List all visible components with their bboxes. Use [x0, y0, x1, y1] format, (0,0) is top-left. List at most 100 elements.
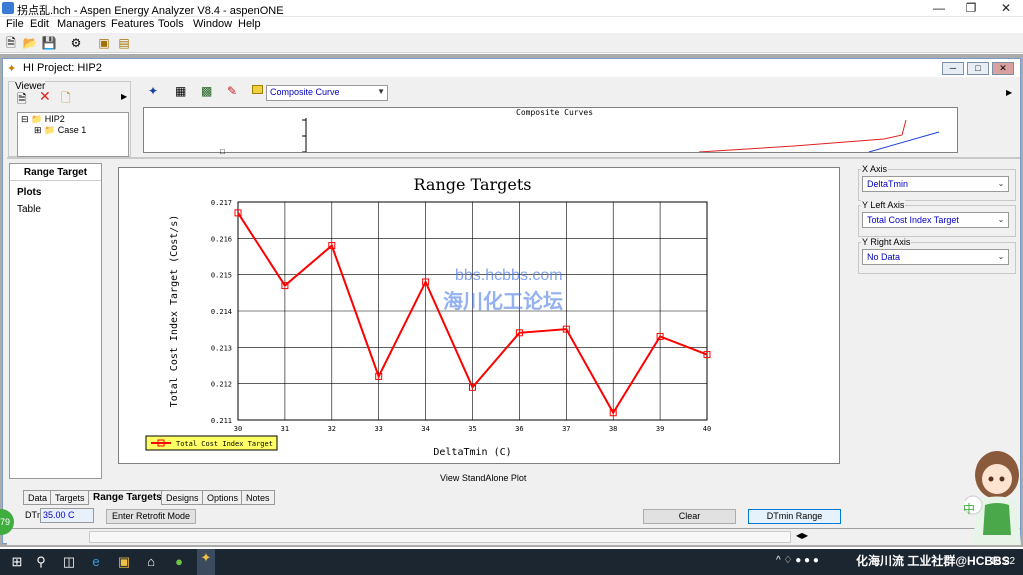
- child-minimize-button[interactable]: ─: [942, 62, 964, 75]
- watermark-url: bbs.hcbbs.com: [455, 267, 563, 284]
- child-close-button[interactable]: ✕: [992, 62, 1014, 75]
- range-targets-chart: Range Targets 30 31 32 33 34 35 36 37 38 39 40 0.217…: [145, 175, 711, 458]
- x-axis-title: DeltaTmin (C): [433, 447, 511, 458]
- x-tick-label: 36: [515, 425, 523, 433]
- properties-icon[interactable]: ⚙: [68, 35, 84, 51]
- child-restore-button[interactable]: □: [967, 62, 989, 75]
- y-left-axis-label: Y Left Axis: [861, 200, 906, 210]
- composite-curve-svg: [302, 118, 940, 152]
- edge-icon[interactable]: e: [87, 553, 105, 571]
- x-tick-label: 37: [562, 425, 570, 433]
- expand-arrow-icon[interactable]: ▶: [121, 92, 127, 101]
- tab-designs[interactable]: Designs: [161, 490, 204, 505]
- app-green-icon[interactable]: ●: [170, 553, 188, 571]
- tree-case[interactable]: ⊞ 📁 Case 1: [34, 125, 86, 136]
- expand-right-icon[interactable]: ▶: [1006, 88, 1012, 97]
- status-divider: [3, 528, 1020, 529]
- home-icon[interactable]: ⌂: [142, 553, 160, 571]
- tab-notes[interactable]: Notes: [241, 490, 275, 505]
- x-axis-group: X Axis DeltaTmin ⌄: [858, 164, 1016, 201]
- y-tick-label: 0.212: [211, 381, 232, 389]
- project-icon: ✦: [7, 63, 17, 75]
- scroll-arrows-icon[interactable]: ◀▶: [793, 531, 811, 543]
- close-button[interactable]: ✕: [990, 0, 1022, 17]
- tab-range-targets[interactable]: Range Targets: [88, 490, 167, 505]
- tab-data[interactable]: Data: [23, 490, 53, 505]
- pencil-icon[interactable]: ✎: [227, 84, 237, 98]
- aspen-taskbar-icon[interactable]: ✦: [197, 549, 215, 575]
- y-tick-label: 0.211: [211, 417, 232, 425]
- x-tick-label: 31: [281, 425, 289, 433]
- list-item-plots[interactable]: Plots: [17, 187, 41, 198]
- status-bar: [89, 531, 791, 543]
- tree-root[interactable]: ⊟ 📁 HIP2: [21, 114, 65, 125]
- x-tick-label: 34: [421, 425, 429, 433]
- list-item-table[interactable]: Table: [17, 204, 41, 215]
- wand-icon[interactable]: ✦: [148, 84, 158, 98]
- chevron-down-icon: ▼: [377, 87, 385, 96]
- composite-curve-select[interactable]: Composite Curve ▼: [266, 85, 388, 101]
- x-tick-label: 35: [468, 425, 476, 433]
- watermark-cn: 海川化工论坛: [443, 291, 563, 313]
- save-icon[interactable]: 💾: [41, 35, 57, 51]
- y-right-axis-select[interactable]: No Data ⌄: [862, 249, 1009, 265]
- windows-start-icon[interactable]: ⊞: [8, 553, 26, 571]
- menu-bar: File Edit Managers Features Tools Window…: [0, 17, 1023, 33]
- minimize-button[interactable]: —: [923, 0, 955, 17]
- menu-help[interactable]: Help: [238, 18, 261, 30]
- menu-tools[interactable]: Tools: [158, 18, 184, 30]
- task-view-icon[interactable]: ◫: [60, 553, 78, 571]
- y-tick-label: 0.217: [211, 199, 232, 207]
- x-axis-select[interactable]: DeltaTmin ⌄: [862, 176, 1009, 192]
- y-tick-label: 0.213: [211, 344, 232, 352]
- cold-composite-curve: [868, 131, 940, 152]
- chart-window-icon[interactable]: ▦: [175, 84, 186, 98]
- enter-retrofit-mode-button[interactable]: Enter Retrofit Mode: [106, 509, 196, 524]
- ime-indicator: 中: [963, 502, 976, 516]
- range-target-header: Range Target: [10, 164, 101, 181]
- axis-selector-panel: X Axis DeltaTmin ⌄ Y Left Axis Total Cost…: [848, 163, 1016, 283]
- menu-features[interactable]: Features: [111, 18, 154, 30]
- menu-file[interactable]: File: [6, 18, 24, 30]
- tab-options[interactable]: Options: [202, 490, 244, 505]
- menu-window[interactable]: Window: [193, 18, 232, 30]
- title-bar: 拐点乱.hch - Aspen Energy Analyzer V8.4 - a…: [0, 0, 1023, 17]
- case-icon[interactable]: ▣: [96, 35, 112, 51]
- delete-icon[interactable]: ✕: [39, 88, 51, 105]
- maximize-button[interactable]: ❐: [955, 0, 987, 17]
- main-toolbar: 🗎 📂 💾 ⚙ ▣ ▤: [0, 33, 1023, 53]
- y-right-axis-label: Y Right Axis: [861, 237, 912, 247]
- add-icon[interactable]: 🗎: [17, 90, 27, 111]
- dtmin-input[interactable]: 35.00 C: [40, 508, 94, 523]
- range-targets-plot[interactable]: Range Targets 30 31 32 33 34 35 36 37 38 39 40 0.217…: [118, 167, 840, 464]
- viewer-group: Viewer 🗎 ✕ 🗋 ▶ ⊟ 📁 HIP2 ⊞ 📁 Case 1: [8, 81, 131, 157]
- child-title: HI Project: HIP2: [23, 62, 102, 74]
- x-tick-label: 30: [234, 425, 242, 433]
- composite-curve-preview: Composite Curves: [143, 107, 958, 153]
- tab-targets[interactable]: Targets: [50, 490, 90, 505]
- clear-button[interactable]: Clear: [643, 509, 736, 524]
- search-icon[interactable]: ⚲: [32, 553, 50, 571]
- child-title-bar: ✦ HI Project: HIP2 ─ □ ✕: [3, 59, 1020, 77]
- chevron-down-icon: ⌄: [997, 252, 1005, 261]
- dtmin-range-button[interactable]: DTmin Range: [748, 509, 841, 524]
- y-left-axis-select[interactable]: Total Cost Index Target ⌄: [862, 212, 1009, 228]
- view-standalone-link[interactable]: View StandAlone Plot: [440, 473, 526, 483]
- taskbar: ⊞ ⚲ ◫ e ▣ ⌂ ● ✦ ^ ♢ ● ● ● 化海川流 工业社群@HCBB…: [0, 549, 1023, 575]
- new-file-icon[interactable]: 🗎: [3, 35, 19, 51]
- library-icon[interactable]: ▤: [116, 35, 132, 51]
- tab-strip: Data Targets Range Targets Designs Optio…: [11, 490, 275, 505]
- hot-composite-curve: [698, 119, 907, 152]
- copy-icon[interactable]: 🗋: [61, 89, 71, 110]
- range-target-list: Range Target Plots Table: [9, 163, 102, 479]
- chevron-down-icon: ⌄: [997, 179, 1005, 188]
- menu-edit[interactable]: Edit: [30, 18, 49, 30]
- open-folder-icon[interactable]: 📂: [22, 35, 38, 51]
- x-tick-label: 39: [656, 425, 664, 433]
- y-left-axis-group: Y Left Axis Total Cost Index Target ⌄: [858, 200, 1016, 237]
- grid-icon[interactable]: ▩: [201, 84, 212, 98]
- tray-icons: ^ ♢ ● ● ●: [776, 555, 819, 566]
- menu-managers[interactable]: Managers: [57, 18, 106, 30]
- file-explorer-icon[interactable]: ▣: [115, 553, 133, 571]
- y-tick-label: 0.216: [211, 235, 232, 243]
